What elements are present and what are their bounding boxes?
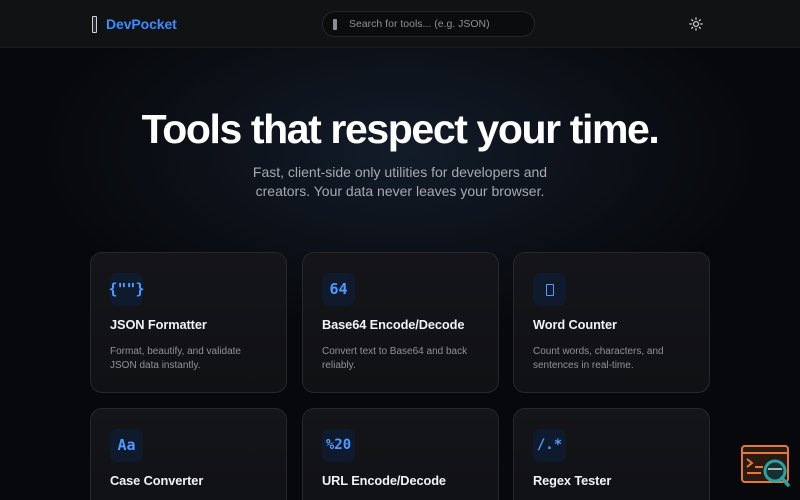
base64-icon: 64 bbox=[322, 273, 355, 306]
regex-icon: /.* bbox=[533, 429, 566, 462]
hero-title: Tools that respect your time. bbox=[141, 106, 660, 152]
tool-card-description: Format, beautify, and validate JSON data… bbox=[110, 346, 241, 371]
tool-card-description: Count words, characters, and sentences i… bbox=[533, 346, 664, 371]
case-icon: Aa bbox=[110, 429, 143, 462]
tool-card-title: Case Converter bbox=[110, 473, 204, 488]
floating-action-button[interactable] bbox=[741, 444, 791, 488]
tool-card-title: Word Counter bbox=[533, 317, 617, 332]
tool-card-title: URL Encode/Decode bbox=[322, 473, 446, 488]
theme-toggle-button[interactable] bbox=[686, 14, 706, 34]
search-input[interactable] bbox=[349, 14, 529, 34]
tool-card-word-counter[interactable]: Word Counter Count words, characters, an… bbox=[513, 252, 710, 393]
brand-logo[interactable]: DevPocket bbox=[92, 14, 177, 34]
brand-name: DevPocket bbox=[106, 16, 177, 32]
search-icon bbox=[333, 18, 337, 30]
tool-card-description: Convert text to Base64 and back reliably… bbox=[322, 346, 468, 371]
sun-icon bbox=[689, 17, 703, 31]
hero-subtitle: Fast, client-side only utilities for dev… bbox=[252, 164, 548, 199]
tool-card-regex-tester[interactable]: /.* Regex Tester bbox=[513, 408, 710, 500]
tool-card-title: JSON Formatter bbox=[110, 317, 207, 332]
brand-mark-icon bbox=[92, 15, 97, 33]
document-icon bbox=[533, 273, 566, 306]
tool-card-json-formatter[interactable]: {""} JSON Formatter Format, beautify, an… bbox=[90, 252, 287, 393]
url-encode-icon: %20 bbox=[322, 429, 355, 462]
tool-card-case-converter[interactable]: Aa Case Converter bbox=[90, 408, 287, 500]
json-braces-icon: {""} bbox=[108, 273, 145, 306]
tool-card-title: Regex Tester bbox=[533, 473, 612, 488]
tool-card-base64[interactable]: 64 Base64 Encode/Decode Convert text to … bbox=[302, 252, 499, 393]
search-bar[interactable] bbox=[322, 11, 535, 37]
top-navbar: DevPocket bbox=[0, 0, 800, 48]
terminal-search-icon bbox=[741, 445, 790, 487]
tool-card-title: Base64 Encode/Decode bbox=[322, 317, 465, 332]
tool-card-url-encode[interactable]: %20 URL Encode/Decode bbox=[302, 408, 499, 500]
